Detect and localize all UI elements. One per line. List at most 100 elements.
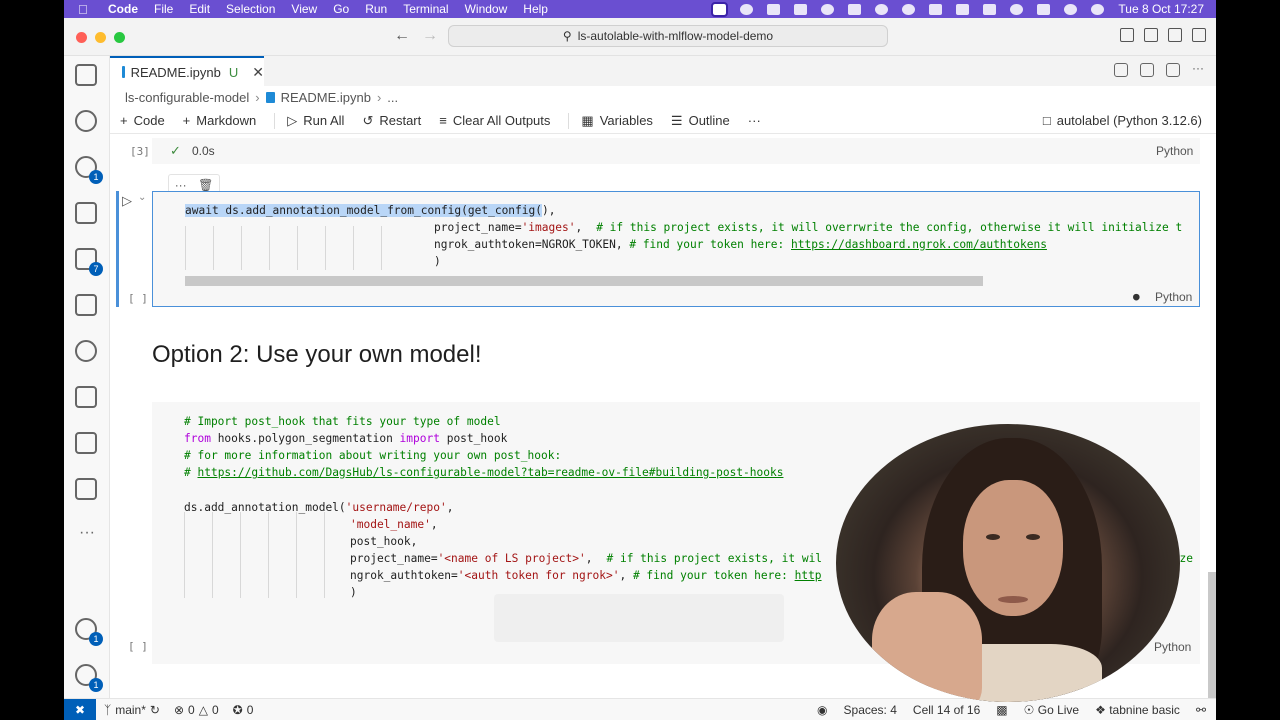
minimize-window-button[interactable] xyxy=(95,32,106,43)
toolbar-divider xyxy=(568,112,570,129)
spotlight-icon[interactable] xyxy=(1064,3,1078,15)
compare-icon[interactable] xyxy=(1140,63,1154,77)
testing-icon[interactable] xyxy=(75,340,99,364)
code-link[interactable]: https://github.com/DagsHub/ls-configurab… xyxy=(197,466,783,479)
webcam-overlay xyxy=(836,424,1180,702)
split-editor-icon[interactable] xyxy=(1166,63,1180,77)
code-link[interactable]: https://dashboard.ngrok.com/authtokens xyxy=(791,238,1047,251)
apple-icon[interactable]:  xyxy=(78,2,98,17)
tab-readme[interactable]: README.ipynb U ✕ xyxy=(110,56,264,86)
sync-icon[interactable]: ↻ xyxy=(150,703,160,717)
app-status-icon[interactable] xyxy=(848,3,862,15)
breadcrumb-more[interactable]: ... xyxy=(387,90,398,105)
play-icon[interactable] xyxy=(875,3,889,15)
menu-terminal[interactable]: Terminal xyxy=(403,2,448,16)
cell-language-prev[interactable]: Python xyxy=(1156,144,1193,158)
breadcrumb-folder[interactable]: ls-configurable-model xyxy=(125,90,249,105)
notifications-bell-icon[interactable]: ⚯ xyxy=(1196,703,1206,717)
vertical-scrollbar[interactable] xyxy=(1208,572,1216,698)
forward-arrow-icon[interactable]: → xyxy=(422,27,438,45)
variables-button[interactable]: ▦ Variables xyxy=(581,113,653,129)
manage-gear-icon[interactable]: 1 xyxy=(75,664,103,692)
back-arrow-icon[interactable]: ← xyxy=(394,27,410,45)
toggle-secondary-sidebar-icon[interactable] xyxy=(1168,28,1182,42)
api-icon[interactable] xyxy=(75,432,99,456)
cell-language-1[interactable]: Python xyxy=(1155,290,1192,304)
explorer-icon[interactable] xyxy=(75,64,99,88)
cloud-icon[interactable] xyxy=(794,3,808,15)
cell-more-icon[interactable]: ··· xyxy=(175,178,187,192)
menu-window[interactable]: Window xyxy=(465,2,508,16)
menu-go[interactable]: Go xyxy=(333,2,349,16)
docker-icon[interactable] xyxy=(75,386,99,410)
restart-button[interactable]: ↺ Restart xyxy=(362,113,421,129)
clear-all-outputs-button[interactable]: ≡ Clear All Outputs xyxy=(439,113,550,128)
breadcrumb-file[interactable]: README.ipynb xyxy=(281,90,371,105)
close-window-button[interactable] xyxy=(76,32,87,43)
source-control-icon[interactable]: 1 xyxy=(75,156,103,184)
ports-indicator[interactable]: ✪ 0 xyxy=(233,703,254,717)
add-markdown-cell-button[interactable]: + Markdown xyxy=(183,113,257,128)
remote-explorer-icon[interactable] xyxy=(75,294,99,318)
run-debug-icon[interactable] xyxy=(75,202,99,226)
moon-icon[interactable] xyxy=(902,3,916,15)
branch-indicator[interactable]: ᛉ main* ↻ xyxy=(104,703,160,717)
run-cell-icon[interactable]: ▷ xyxy=(122,193,132,209)
battery-icon[interactable] xyxy=(956,3,970,15)
run-all-button[interactable]: ▷ Run All xyxy=(287,113,344,129)
tab-close-icon[interactable]: ✕ xyxy=(252,64,264,81)
toolbar-more-button[interactable]: ··· xyxy=(748,113,761,128)
cell-language-2[interactable]: Python xyxy=(1154,640,1191,654)
git-graph-icon[interactable]: ◉ xyxy=(817,703,827,717)
gear-icon[interactable] xyxy=(1114,63,1128,77)
menu-app-name[interactable]: Code xyxy=(108,2,138,16)
record-icon[interactable] xyxy=(740,3,754,15)
accounts-icon[interactable]: 1 xyxy=(75,618,103,646)
wifi-icon[interactable] xyxy=(1010,3,1024,15)
screen-record-icon[interactable] xyxy=(711,1,729,17)
chevron-down-icon[interactable]: ⌄ xyxy=(138,192,146,203)
tabnine-indicator[interactable]: ❖ tabnine basic xyxy=(1095,703,1180,717)
outline-label: Outline xyxy=(688,113,730,128)
brightness-icon[interactable] xyxy=(821,3,835,15)
bluetooth-icon[interactable] xyxy=(1037,3,1051,15)
kernel-picker[interactable]: □ autolabel (Python 3.12.6) xyxy=(1043,113,1202,128)
code-cell-1[interactable]: await ds.add_annotation_model_from_confi… xyxy=(152,191,1200,307)
customize-layout-icon[interactable] xyxy=(1192,28,1206,42)
remote-indicator-icon[interactable]: ✖ xyxy=(64,698,96,720)
menu-file[interactable]: File xyxy=(154,2,173,16)
accounts-badge: 1 xyxy=(89,632,103,646)
control-center-icon[interactable] xyxy=(1091,3,1105,15)
diamond-icon[interactable] xyxy=(767,3,781,15)
menu-edit[interactable]: Edit xyxy=(189,2,210,16)
more-actions-icon[interactable]: ··· xyxy=(1192,62,1206,77)
more-views-icon[interactable]: ··· xyxy=(75,524,99,548)
volume-icon[interactable] xyxy=(983,3,997,15)
menu-selection[interactable]: Selection xyxy=(226,2,275,16)
problems-indicator[interactable]: ⊗ 0 △ 0 xyxy=(174,703,219,717)
menu-view[interactable]: View xyxy=(291,2,317,16)
toggle-sidebar-icon[interactable] xyxy=(1120,28,1134,42)
menu-run[interactable]: Run xyxy=(365,2,387,16)
outline-button[interactable]: ☰ Outline xyxy=(671,113,730,129)
go-live-button[interactable]: ☉ Go Live xyxy=(1024,703,1079,717)
command-center-search[interactable]: ⚲ ls-autolable-with-mlflow-model-demo xyxy=(448,25,888,47)
search-view-icon[interactable] xyxy=(75,110,99,134)
extensions-icon[interactable]: 7 xyxy=(75,248,103,276)
add-code-cell-button[interactable]: + Code xyxy=(120,113,165,128)
copilot-icon[interactable]: ▩ xyxy=(996,703,1007,717)
input-source-icon[interactable] xyxy=(929,3,943,15)
code-token: , xyxy=(430,518,438,531)
indentation-indicator[interactable]: Spaces: 4 xyxy=(844,703,897,717)
toolbar-divider xyxy=(274,112,276,129)
activity-bar: 1 7 ··· 1 1 xyxy=(64,56,110,698)
toggle-panel-icon[interactable] xyxy=(1144,28,1158,42)
cell-position-indicator[interactable]: Cell 14 of 16 xyxy=(913,703,980,717)
settings-sync-icon[interactable] xyxy=(75,478,99,502)
menu-help[interactable]: Help xyxy=(523,2,548,16)
trash-icon[interactable]: 🗑 xyxy=(198,178,213,192)
zoom-window-button[interactable] xyxy=(114,32,125,43)
horizontal-scrollbar[interactable] xyxy=(185,276,983,286)
menubar-datetime[interactable]: Tue 8 Oct 17:27 xyxy=(1118,2,1204,16)
code-link[interactable]: http xyxy=(795,569,822,582)
